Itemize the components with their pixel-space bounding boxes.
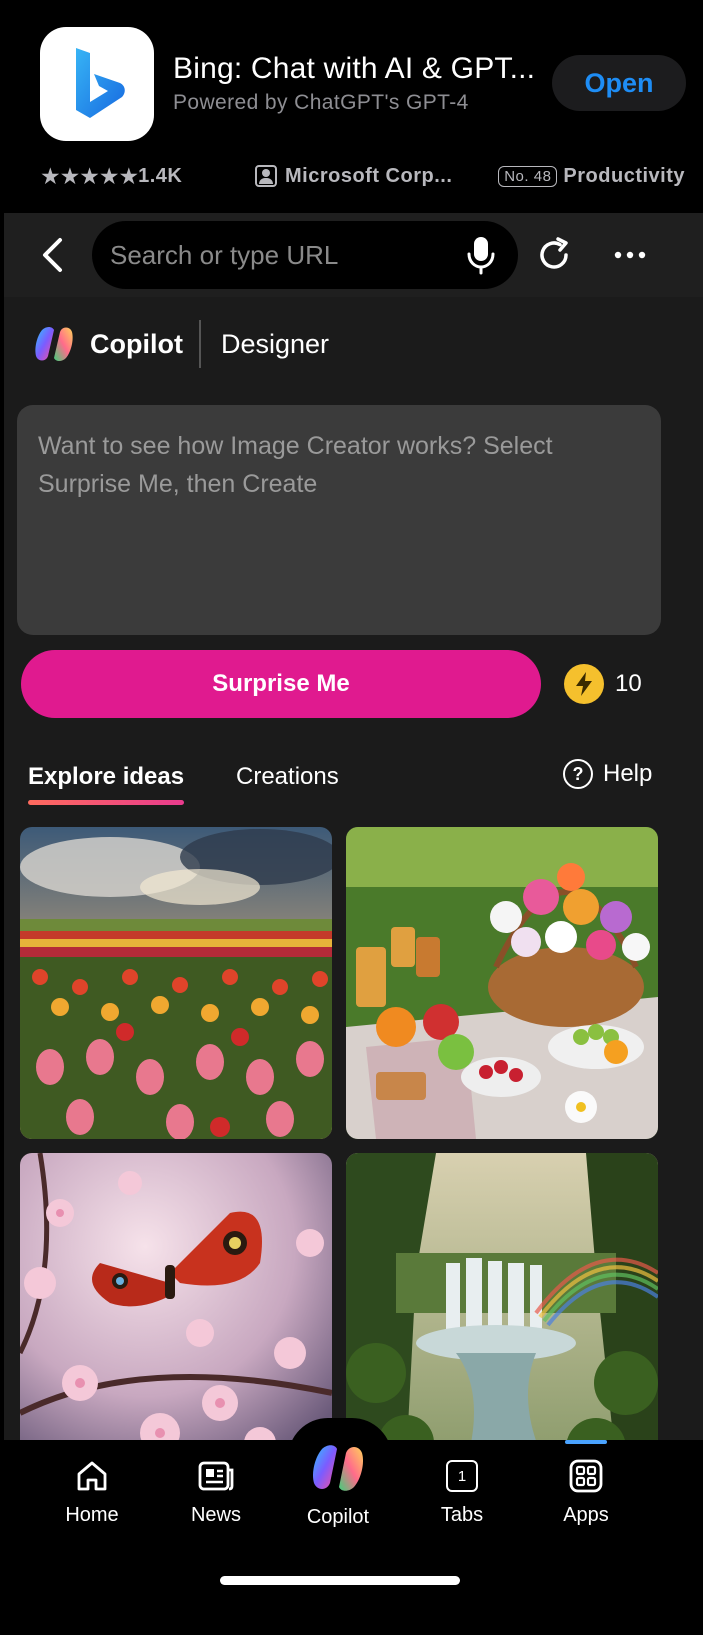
developer-name: Microsoft Corp... xyxy=(285,164,453,187)
developer-icon xyxy=(255,165,277,187)
home-indicator[interactable] xyxy=(220,1576,460,1585)
more-options-button[interactable] xyxy=(608,231,652,279)
rank-badge: No. 48 xyxy=(498,165,558,187)
home-icon xyxy=(77,1461,107,1491)
browser-toolbar xyxy=(4,213,703,297)
boost-lightning-icon[interactable] xyxy=(564,664,604,704)
tab-creations[interactable]: Creations xyxy=(236,763,339,791)
news-icon xyxy=(198,1461,234,1491)
brand-header: Copilot Designer xyxy=(32,319,329,369)
bing-app-icon[interactable] xyxy=(40,27,154,141)
nav-copilot[interactable]: Copilot xyxy=(293,1438,383,1529)
apps-indicator xyxy=(565,1440,607,1444)
apps-grid-icon xyxy=(569,1459,603,1493)
nav-apps-label: Apps xyxy=(563,1504,609,1526)
tabs-count: 1 xyxy=(457,1467,467,1485)
nav-tabs-label: Tabs xyxy=(440,1504,484,1526)
brand-divider xyxy=(198,320,201,368)
copilot-logo-icon xyxy=(35,327,73,361)
category-name: Productivity xyxy=(563,164,685,187)
bottom-navigation: Home News Copilot 1 Tabs Apps xyxy=(4,1418,703,1635)
nav-tabs[interactable]: 1 Tabs xyxy=(417,1454,507,1527)
nav-news-label: News xyxy=(190,1504,241,1526)
microphone-icon[interactable] xyxy=(466,235,496,275)
search-input[interactable] xyxy=(110,221,450,289)
category-info: No. 48 Productivity xyxy=(498,165,685,188)
back-button[interactable] xyxy=(32,231,72,279)
help-question-icon: ? xyxy=(563,759,593,789)
tab-explore-ideas[interactable]: Explore ideas xyxy=(28,763,184,791)
nav-apps[interactable]: Apps xyxy=(541,1454,631,1527)
prompt-placeholder: Want to see how Image Creator works? Sel… xyxy=(38,432,553,498)
help-button[interactable]: ? Help xyxy=(563,759,652,789)
nav-home-label: Home xyxy=(65,1504,119,1526)
nav-home[interactable]: Home xyxy=(47,1454,137,1527)
app-subtitle: Powered by ChatGPT's GPT-4 xyxy=(173,91,469,114)
brand-designer: Designer xyxy=(220,328,330,359)
copilot-icon xyxy=(312,1445,364,1491)
more-dots-icon xyxy=(614,251,646,259)
help-label: Help xyxy=(603,760,653,787)
rating-stars-icon: ★★★★★ xyxy=(40,162,139,189)
back-chevron-icon xyxy=(43,238,62,272)
open-app-button[interactable]: Open xyxy=(552,55,686,111)
tabs-icon: 1 xyxy=(446,1460,478,1492)
refresh-button[interactable] xyxy=(532,231,576,279)
developer-info: Microsoft Corp... xyxy=(255,165,452,188)
nav-copilot-label: Copilot xyxy=(306,1506,370,1528)
url-bar[interactable] xyxy=(92,221,518,289)
brand-copilot: Copilot xyxy=(90,328,183,359)
boost-count: 10 xyxy=(615,670,642,697)
gallery-tile-tulips[interactable] xyxy=(20,827,332,1139)
refresh-icon xyxy=(540,237,568,269)
prompt-input[interactable]: Want to see how Image Creator works? Sel… xyxy=(17,405,661,635)
app-title: Bing: Chat with AI & GPT... xyxy=(173,52,536,85)
nav-news[interactable]: News xyxy=(171,1454,261,1527)
gallery-tile-picnic[interactable] xyxy=(346,827,658,1139)
app-store-banner: Bing: Chat with AI & GPT... Powered by C… xyxy=(0,0,703,213)
designer-page: Copilot Designer Want to see how Image C… xyxy=(4,297,703,1452)
gallery-tile-waterfall[interactable] xyxy=(346,1153,658,1452)
surprise-me-button[interactable]: Surprise Me xyxy=(21,650,541,718)
rating-count: 1.4K xyxy=(138,164,183,187)
app-meta-row: ★★★★★ 1.4K Microsoft Corp... No. 48 Prod… xyxy=(40,160,685,192)
active-tab-indicator xyxy=(28,800,184,805)
gallery-tile-butterfly[interactable] xyxy=(20,1153,332,1452)
